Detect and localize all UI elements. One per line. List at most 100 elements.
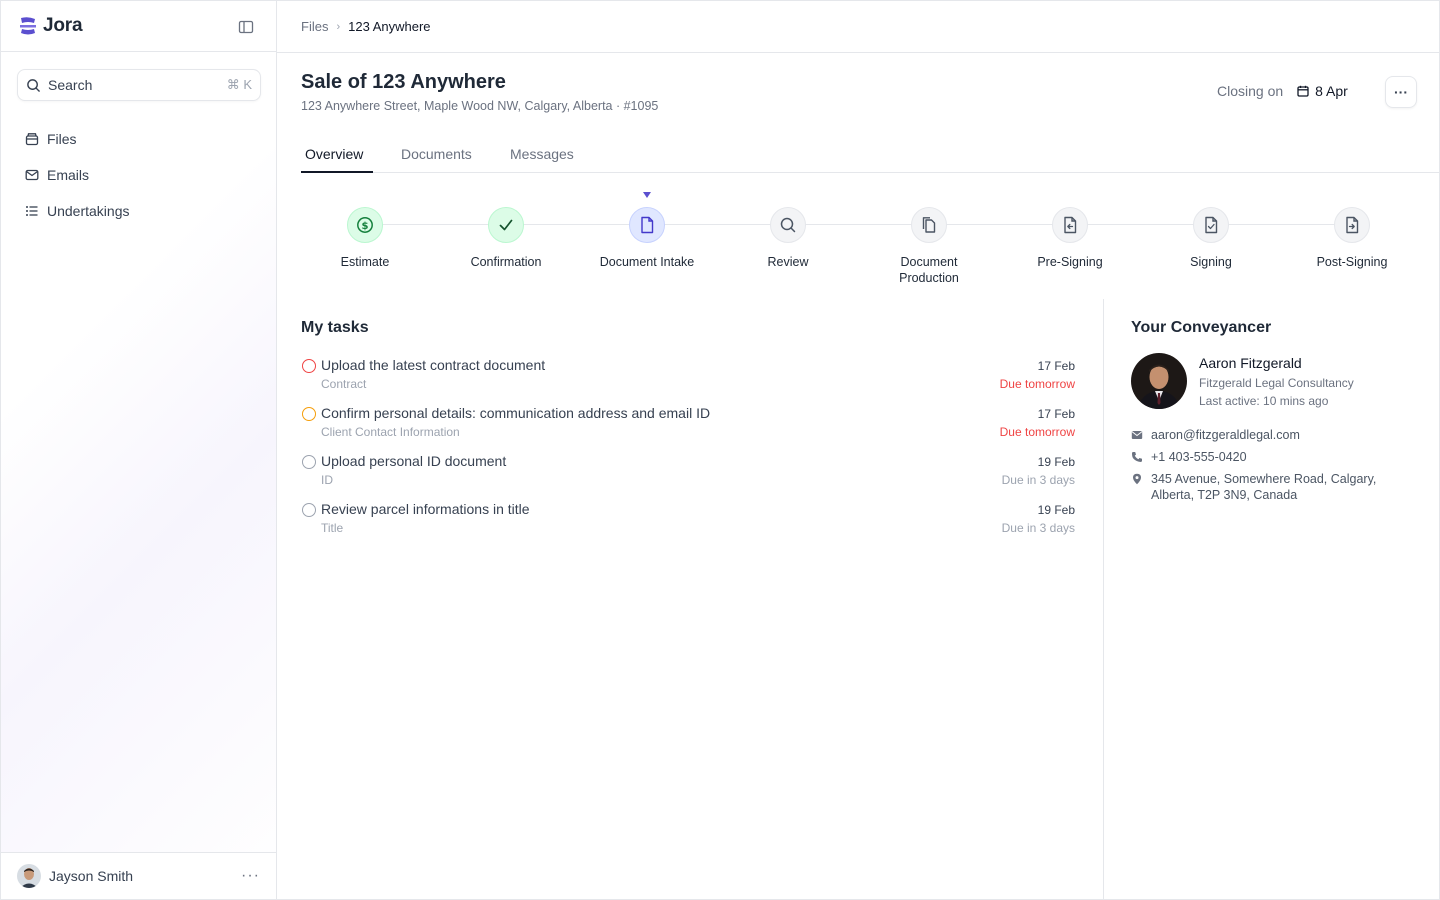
task-title[interactable]: Confirm personal details: communication … [321,405,710,421]
tab-overview[interactable]: Overview [305,146,363,162]
closing-date: Closing on 8 Apr [1217,83,1348,99]
section-divider [1103,299,1104,899]
jora-logo-icon [20,17,36,35]
tab-messages[interactable]: Messages [510,146,574,162]
task-category: Title [321,521,344,535]
sidebar: Jora Search ⌘ K Files Emails Undertaking… [1,1,277,899]
conveyancer-phone[interactable]: +1 403-555-0420 [1151,449,1247,465]
sidebar-item-files[interactable]: Files [17,123,261,155]
page-subtitle: 123 Anywhere Street, Maple Wood NW, Calg… [301,99,659,113]
conveyancer-section: Your Conveyancer Aaron Fitzgerald Fitzge… [1131,319,1421,503]
task-status-icon[interactable] [302,359,316,373]
task-category: Client Contact Information [321,425,460,439]
conveyancer-firm: Fitzgerald Legal Consultancy [1199,376,1354,390]
active-tab-indicator [301,171,373,173]
user-menu[interactable]: Jayson Smith ··· [1,852,276,899]
task-category: Contract [321,377,367,391]
task-row[interactable]: Confirm personal details: communication … [301,403,1075,451]
search-shortcut: ⌘ K [226,77,252,92]
sidebar-item-label: Emails [47,167,90,183]
more-options-button[interactable]: ··· [1385,76,1417,108]
mail-icon [1131,431,1143,439]
search-box[interactable]: Search ⌘ K [17,69,261,101]
list-icon [26,206,38,216]
document-arrow-icon [1064,216,1077,234]
closing-date-text: 8 Apr [1315,83,1348,99]
step-signing[interactable]: Signing [1161,207,1261,270]
page-title: Sale of 123 Anywhere [301,71,506,93]
task-status-icon[interactable] [302,407,316,421]
calendar-icon [1297,85,1309,97]
sidebar-toggle-icon[interactable] [238,19,254,35]
document-icon [641,216,654,234]
phone-icon [1132,452,1142,462]
task-title[interactable]: Upload personal ID document [321,453,506,469]
step-document-production[interactable]: Document Production [879,207,979,286]
step-pre-signing[interactable]: Pre-Signing [1020,207,1120,270]
task-row[interactable]: Upload the latest contract document Cont… [301,355,1075,403]
step-document-intake[interactable]: Document Intake [597,192,697,270]
mail-icon [25,169,39,181]
archive-icon [25,133,39,146]
conveyancer-name: Aaron Fitzgerald [1199,355,1302,371]
task-row[interactable]: Review parcel informations in title Titl… [301,499,1075,547]
step-post-signing[interactable]: Post-Signing [1302,207,1402,270]
breadcrumb-parent[interactable]: Files [301,19,328,34]
sidebar-item-label: Undertakings [47,203,130,219]
contact-email[interactable]: aaron@fitzgeraldlegal.com [1131,427,1421,443]
conveyancer-card: Aaron Fitzgerald Fitzgerald Legal Consul… [1131,353,1421,413]
step-label: Pre-Signing [1037,255,1103,269]
task-status-icon[interactable] [302,455,316,469]
user-name: Jayson Smith [49,868,134,884]
tab-bar: Overview Documents Messages [301,137,1440,173]
tab-documents[interactable]: Documents [401,146,472,162]
sidebar-nav: Files Emails Undertakings [17,123,261,231]
logo[interactable]: Jora [17,15,83,37]
task-date: 19 Feb [1037,455,1075,469]
conveyancer-title: Your Conveyancer [1131,319,1272,336]
current-step-marker-icon [643,192,651,198]
contact-phone[interactable]: +1 403-555-0420 [1131,449,1421,465]
step-label: Signing [1190,255,1232,269]
contact-list: aaron@fitzgeraldlegal.com +1 403-555-042… [1131,427,1421,503]
user-more-icon[interactable]: ··· [241,867,260,885]
task-title[interactable]: Review parcel informations in title [321,501,530,517]
task-status-icon[interactable] [302,503,316,517]
step-confirmation[interactable]: Confirmation [456,207,556,270]
task-row[interactable]: Upload personal ID document ID 19 Feb Du… [301,451,1075,499]
closing-date-value[interactable]: 8 Apr [1297,83,1348,99]
chevron-right-icon: › [336,20,341,33]
search-icon [780,217,796,233]
check-icon [499,219,513,231]
avatar [1131,353,1187,409]
sidebar-item-undertakings[interactable]: Undertakings [17,195,261,227]
conveyancer-last-active: Last active: 10 mins ago [1199,394,1329,408]
step-review[interactable]: Review [738,207,838,270]
tasks-section: My tasks Upload the latest contract docu… [301,299,1075,547]
step-label: Confirmation [470,255,542,269]
sidebar-header: Jora [1,1,276,52]
app-window: Jora Search ⌘ K Files Emails Undertaking… [0,0,1440,900]
step-label: Document Production [899,255,959,285]
conveyancer-email[interactable]: aaron@fitzgeraldlegal.com [1151,427,1300,443]
task-title[interactable]: Upload the latest contract document [321,357,545,373]
step-label: Estimate [340,255,390,269]
tasks-title: My tasks [301,319,369,336]
sidebar-item-emails[interactable]: Emails [17,159,261,191]
breadcrumb: Files › 123 Anywhere [277,1,1440,53]
progress-stepper: $ Estimate Confirmation Document Intake … [301,189,1421,289]
avatar [17,864,41,888]
search-label: Search [48,77,93,93]
step-estimate[interactable]: $ Estimate [315,207,415,270]
document-check-icon [1205,216,1218,234]
step-label: Document Intake [599,255,695,269]
search-icon [27,78,40,92]
app-name: Jora [43,15,83,36]
task-date: 19 Feb [1037,503,1075,517]
document-forward-icon [1346,216,1359,234]
task-due: Due tomorrow [999,425,1075,439]
step-label: Post-Signing [1316,255,1388,269]
task-date: 17 Feb [1037,359,1075,373]
task-list: Upload the latest contract document Cont… [301,355,1075,547]
contact-address: 345 Avenue, Somewhere Road, Calgary, Alb… [1131,471,1421,503]
